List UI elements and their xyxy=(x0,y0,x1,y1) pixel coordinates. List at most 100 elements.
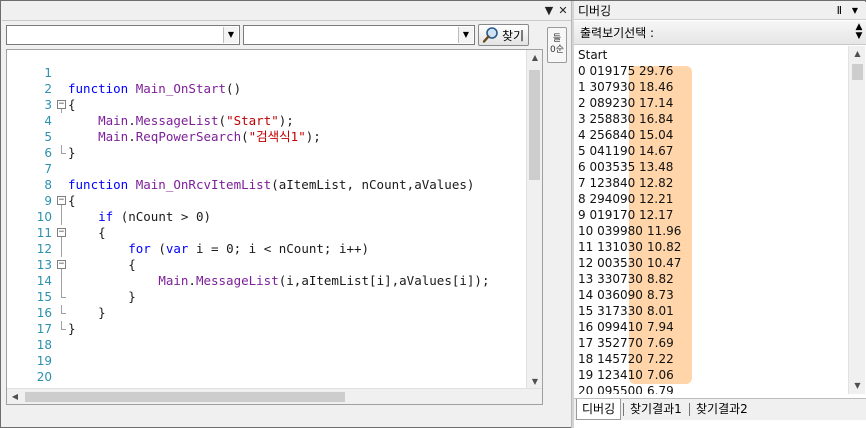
output-value: 8.82 xyxy=(647,272,674,286)
output-select-header[interactable]: 출력보기선택 : ▲ ▼ xyxy=(574,21,866,45)
collapse-icon[interactable]: − xyxy=(57,257,66,273)
editor-horizontal-scrollbar[interactable]: ◀ ▶ xyxy=(7,388,542,404)
output-line: 17 352770 7.69 xyxy=(578,335,674,351)
line-number: 14 xyxy=(36,274,52,288)
minus-icon[interactable]: − xyxy=(57,100,66,109)
line-number: 17 xyxy=(36,322,52,336)
scroll-thumb[interactable] xyxy=(852,64,863,80)
code-line[interactable]: 10 if (nCount > 0) xyxy=(7,209,542,225)
code-text: Main.ReqPowerSearch("검색식1"); xyxy=(68,129,321,145)
output-index: 14 036090 xyxy=(578,288,643,302)
function-combo[interactable]: ▼ xyxy=(243,25,475,45)
code-line[interactable]: 11− { xyxy=(7,225,542,241)
output-index: 20 095500 xyxy=(578,384,643,394)
code-line[interactable]: 9−{ xyxy=(7,193,542,209)
output-index: 18 145720 xyxy=(578,352,643,366)
code-text: } xyxy=(68,145,76,161)
code-line[interactable]: 14 Main.MessageList(i,aItemList[i],aValu… xyxy=(7,273,542,289)
output-line: 9 019170 12.17 xyxy=(578,207,673,223)
line-number: 15 xyxy=(36,290,52,304)
code-line[interactable]: 18 xyxy=(7,337,542,353)
fold-guide xyxy=(57,241,66,257)
scroll-up-icon[interactable]: ▲ xyxy=(849,46,866,62)
code-line[interactable]: 19 xyxy=(7,353,542,369)
tab-1[interactable]: 디버깅 xyxy=(576,399,622,420)
scroll-down-icon[interactable]: ▼ xyxy=(849,378,866,394)
object-combo[interactable]: ▼ xyxy=(6,25,240,45)
code-text: } xyxy=(68,305,106,321)
output-line: 1 307930 18.46 xyxy=(578,79,673,95)
line-number: 18 xyxy=(36,338,52,352)
code-line[interactable]: 12 for (var i = 0; i < nCount; i++) xyxy=(7,241,542,257)
editor-vertical-scrollbar[interactable]: ▲ ▼ xyxy=(526,50,542,390)
output-index: Start xyxy=(578,48,608,62)
code-token: var xyxy=(165,241,189,256)
overflow-menu-icon[interactable]: ▲ ▼ xyxy=(854,23,864,41)
output-value: 13.48 xyxy=(639,160,674,174)
output-vertical-scrollbar[interactable]: ▲ ▼ xyxy=(848,46,865,394)
collapse-icon[interactable]: − xyxy=(57,193,66,209)
output-index: 6 003535 xyxy=(578,160,636,174)
code-token: ( xyxy=(241,129,249,144)
minus-icon[interactable]: − xyxy=(57,260,66,269)
code-line[interactable]: 1 xyxy=(7,65,542,81)
output-value: 10.47 xyxy=(647,256,682,270)
collapse-icon[interactable]: − xyxy=(57,97,66,113)
close-icon[interactable]: ✕ xyxy=(556,3,570,19)
scroll-thumb[interactable] xyxy=(529,70,540,180)
output-value: 8.73 xyxy=(647,288,674,302)
scroll-up-icon[interactable]: ▲ xyxy=(527,50,542,66)
code-line[interactable]: 20 xyxy=(7,369,542,385)
code-line[interactable]: 7 xyxy=(7,161,542,177)
code-line[interactable]: 13− { xyxy=(7,257,542,273)
code-token: } xyxy=(68,145,76,160)
collapse-icon[interactable]: − xyxy=(57,225,66,241)
code-line[interactable]: 16 } xyxy=(7,305,542,321)
tab-2[interactable]: 찾기결과1 xyxy=(625,399,687,420)
code-token: . xyxy=(128,113,136,128)
dropdown-arrow-icon[interactable]: ▼ xyxy=(852,3,858,19)
code-line[interactable]: 3−{ xyxy=(7,97,542,113)
output-line: 6 003535 13.48 xyxy=(578,159,673,175)
code-token: } xyxy=(68,289,136,304)
dropdown-arrow-icon[interactable]: ▼ xyxy=(542,3,556,19)
code-line[interactable]: 4 Main.MessageList("Start"); xyxy=(7,113,542,129)
scroll-left-icon[interactable]: ◀ xyxy=(7,389,23,404)
code-token: Main xyxy=(158,273,189,288)
output-value: 18.46 xyxy=(639,80,674,94)
output-line: 4 256840 15.04 xyxy=(578,127,673,143)
debug-panel-titlebar: 디버깅 Ⅱ ▼ xyxy=(574,2,866,20)
code-line[interactable]: 6} xyxy=(7,145,542,161)
fold-guide xyxy=(57,273,66,289)
output-value: 10.82 xyxy=(647,240,682,254)
code-line[interactable]: 5 Main.ReqPowerSearch("검색식1"); xyxy=(7,129,542,145)
chevron-down-icon[interactable]: ▼ xyxy=(458,27,473,43)
side-tool-button[interactable]: 들 0순 xyxy=(547,27,567,63)
chevron-down-icon[interactable]: ▼ xyxy=(223,27,238,43)
scroll-thumb[interactable] xyxy=(25,392,345,402)
output-index: 1 307930 xyxy=(578,80,636,94)
code-text: Main.MessageList("Start"); xyxy=(68,113,294,129)
output-value: 16.84 xyxy=(639,112,674,126)
code-token: MessageList xyxy=(135,113,219,128)
output-index: 13 330730 xyxy=(578,272,643,286)
code-editor[interactable]: 1 2 function Main_OnStart() 3−{4 Main.Messa… xyxy=(6,49,543,405)
code-text: } xyxy=(68,289,136,305)
output-index: 16 099410 xyxy=(578,320,643,334)
code-line[interactable]: 8 function Main_OnRcvItemList(aItemList, … xyxy=(7,177,542,193)
fold-guide-line xyxy=(61,273,62,289)
pin-icon[interactable]: Ⅱ xyxy=(837,3,842,19)
code-line[interactable]: 17} xyxy=(7,321,542,337)
find-button[interactable]: 찾기 xyxy=(478,24,529,46)
tab-3[interactable]: 찾기결과2 xyxy=(691,399,753,420)
fold-guide-end xyxy=(61,313,66,314)
line-number: 3 xyxy=(44,98,52,112)
code-token: "Start" xyxy=(226,113,279,128)
minus-icon[interactable]: − xyxy=(57,196,66,205)
minus-icon[interactable]: − xyxy=(57,228,66,237)
fold-guide-end xyxy=(61,297,66,298)
output-line: 8 294090 12.21 xyxy=(578,191,673,207)
code-line[interactable]: 2 function Main_OnStart() xyxy=(7,81,542,97)
side-tool-label: 들 0순 xyxy=(549,34,564,55)
code-line[interactable]: 15 } xyxy=(7,289,542,305)
